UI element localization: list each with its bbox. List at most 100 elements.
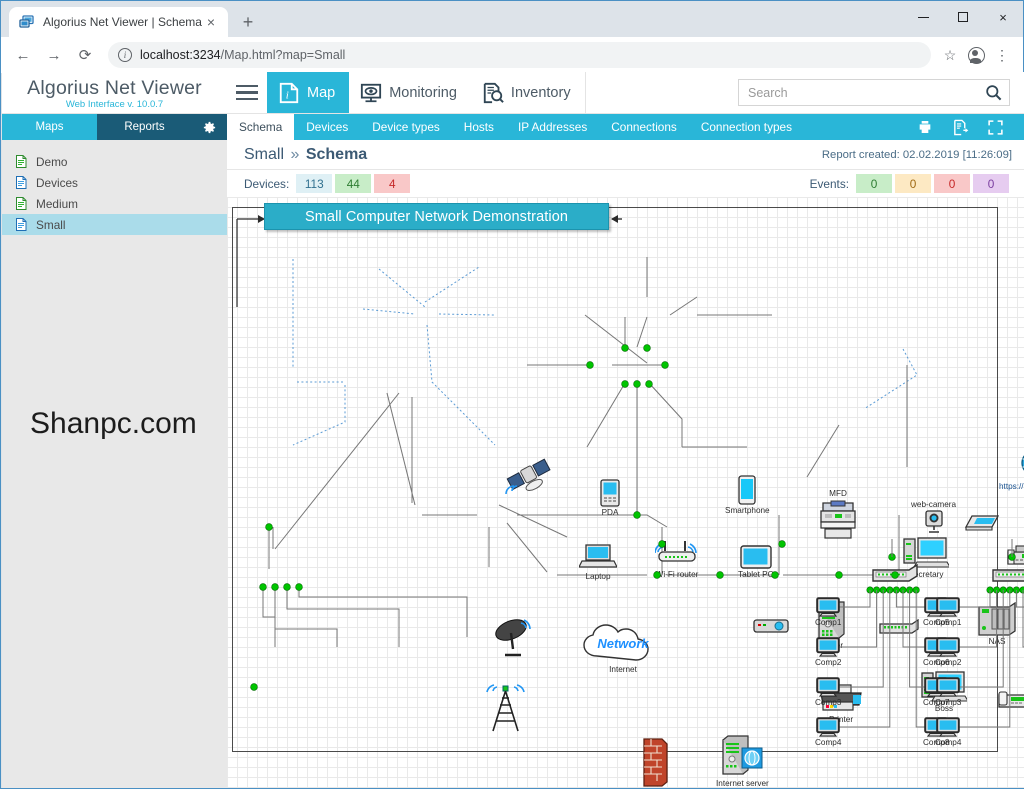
sub-tab-devices[interactable]: Devices	[294, 114, 360, 140]
left-tab-group: Maps Reports	[2, 114, 227, 140]
sub-tab-group: Schema Devices Device types Hosts IP Add…	[227, 114, 1024, 140]
breadcrumb-root[interactable]: Small	[244, 146, 284, 163]
node-label: Comp4	[935, 738, 962, 747]
bookmark-star-icon[interactable]: ☆	[937, 42, 963, 68]
node-workgroup-switch[interactable]	[991, 564, 1024, 586]
node-label: Comp2	[935, 658, 962, 667]
node-computer[interactable]: Comp1	[815, 597, 841, 627]
switch-icon	[872, 564, 918, 582]
node-label: Comp1	[815, 618, 842, 627]
node-computer[interactable]: Comp2	[935, 637, 961, 667]
node-workgroup-switch[interactable]	[871, 564, 919, 586]
node-label: Comp1	[935, 618, 962, 627]
events-other-badge[interactable]: 0	[973, 174, 1009, 193]
maps-sidebar: Demo Devices Medium Small Shanpc.com	[2, 140, 227, 788]
window-close-button[interactable]: ×	[983, 1, 1023, 33]
events-label: Events:	[809, 176, 849, 191]
fullscreen-icon[interactable]	[987, 119, 1004, 136]
tab-strip: Algorius Net Viewer | Schema × +	[9, 7, 1023, 37]
document-blue-icon	[16, 176, 27, 189]
node-computer[interactable]: Comp2	[815, 637, 841, 667]
sidebar-item-medium-label: Medium	[36, 196, 78, 211]
sub-tab-connections[interactable]: Connections	[599, 114, 689, 140]
sub-tab-connection-types[interactable]: Connection types	[689, 114, 804, 140]
sidebar-item-devices[interactable]: Devices	[2, 172, 227, 193]
events-info-badge[interactable]: 0	[856, 174, 892, 193]
sidebar-item-devices-label: Devices	[36, 175, 78, 190]
site-info-icon[interactable]: i	[118, 48, 132, 62]
node-label: Comp3	[815, 698, 842, 707]
brand-title: Algorius Net Viewer	[27, 76, 202, 99]
gear-icon	[203, 121, 216, 133]
status-row: Devices: 113 44 4 Events: 0 0 0 0	[227, 170, 1024, 197]
computer-monitor-icon	[936, 597, 961, 617]
node-computer[interactable]: Comp4	[815, 717, 841, 747]
back-icon[interactable]: ←	[9, 41, 37, 69]
window-maximize-button[interactable]	[943, 1, 983, 33]
breadcrumb-leaf: Schema	[305, 145, 368, 163]
address-bar[interactable]: i localhost:3234/Map.html?map=Small	[108, 42, 931, 68]
app-header: Algorius Net Viewer Web Interface v. 10.…	[2, 72, 1024, 114]
profile-avatar-icon[interactable]	[963, 42, 989, 68]
search-icon[interactable]	[984, 83, 1003, 102]
app-subbar: Maps Reports Schema Devices Device types…	[2, 114, 1024, 140]
search-box[interactable]	[738, 79, 1010, 106]
document-green-icon	[16, 155, 27, 168]
nav-tab-monitoring-label: Monitoring	[389, 84, 457, 101]
tab-maps[interactable]: Maps	[2, 114, 97, 140]
devices-online-badge[interactable]: 44	[335, 174, 372, 193]
devices-offline-badge[interactable]: 4	[374, 174, 411, 193]
main-content: Small » Schema Report created: 02.02.201…	[227, 140, 1024, 788]
new-tab-button[interactable]: +	[234, 9, 262, 37]
breadcrumb-row: Small » Schema Report created: 02.02.201…	[227, 140, 1024, 170]
node-computer[interactable]: Comp3	[935, 677, 961, 707]
sub-tab-schema[interactable]: Schema	[227, 114, 295, 140]
print-icon[interactable]	[916, 119, 934, 135]
events-error-badge[interactable]: 0	[934, 174, 970, 193]
nav-tab-inventory-label: Inventory	[510, 84, 571, 101]
browser-menu-icon[interactable]: ⋮	[989, 42, 1015, 68]
node-computer[interactable]: Comp3	[815, 677, 841, 707]
svg-text:i: i	[286, 89, 289, 101]
algorius-favicon	[19, 15, 34, 28]
window-minimize-button[interactable]	[903, 1, 943, 33]
schema-canvas[interactable]: Small Computer Network Demonstration PDA…	[227, 197, 1024, 788]
export-report-icon[interactable]	[952, 119, 969, 136]
reload-icon[interactable]: ⟳	[71, 41, 99, 69]
node-computer[interactable]: Comp1	[935, 597, 961, 627]
browser-tab[interactable]: Algorius Net Viewer | Schema ×	[9, 7, 228, 37]
toolbar-icon-group	[916, 114, 1024, 140]
app-brand: Algorius Net Viewer Web Interface v. 10.…	[2, 72, 227, 113]
sidebar-item-demo-label: Demo	[36, 154, 68, 169]
computer-monitor-icon	[936, 637, 961, 657]
document-blue-icon	[16, 218, 27, 231]
toolbar-right-icons: ☆ ⋮	[937, 42, 1015, 68]
forward-icon[interactable]: →	[40, 41, 68, 69]
computer-monitor-icon	[816, 637, 841, 657]
computer-monitor-icon	[816, 677, 841, 697]
browser-toolbar: ← → ⟳ i localhost:3234/Map.html?map=Smal…	[1, 37, 1023, 73]
computer-monitor-icon	[816, 597, 841, 617]
sidebar-item-small[interactable]: Small	[2, 214, 227, 235]
events-warning-badge[interactable]: 0	[895, 174, 931, 193]
devices-total-badge[interactable]: 113	[296, 174, 333, 193]
tab-reports[interactable]: Reports	[97, 114, 192, 140]
tab-close-icon[interactable]: ×	[202, 13, 220, 31]
sidebar-item-medium[interactable]: Medium	[2, 193, 227, 214]
node-computer[interactable]: Comp4	[935, 717, 961, 747]
devices-label: Devices:	[244, 176, 290, 191]
search-input[interactable]	[748, 85, 984, 100]
settings-gear-button[interactable]	[192, 114, 227, 140]
breadcrumb: Small » Schema	[244, 146, 367, 164]
nav-tab-map[interactable]: i Map	[267, 72, 350, 113]
hamburger-menu-icon[interactable]	[227, 72, 267, 113]
sidebar-item-small-label: Small	[36, 217, 66, 232]
url-host: localhost:3234	[140, 48, 221, 62]
sidebar-item-demo[interactable]: Demo	[2, 151, 227, 172]
nav-tab-monitoring[interactable]: Monitoring	[349, 72, 471, 113]
nav-tab-inventory[interactable]: Inventory	[471, 72, 585, 113]
sub-tab-device-types[interactable]: Device types	[360, 114, 452, 140]
sub-tab-hosts[interactable]: Hosts	[452, 114, 506, 140]
sub-tab-ip-addresses[interactable]: IP Addresses	[506, 114, 599, 140]
breadcrumb-separator: »	[290, 145, 300, 163]
